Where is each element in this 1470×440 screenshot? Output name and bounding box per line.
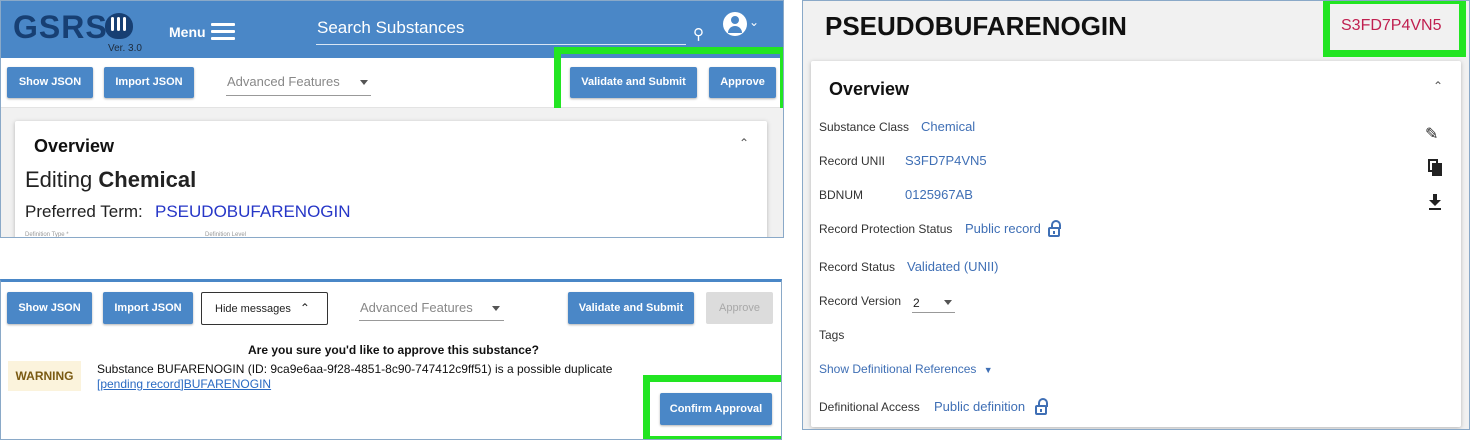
record-status-label: Record Status [819, 260, 896, 274]
caret-down-icon: ▼ [983, 365, 993, 375]
menu-icon[interactable] [211, 23, 235, 41]
show-definitional-references-label: Show Definitional References [819, 362, 977, 376]
version-label: Ver. 3.0 [108, 43, 142, 54]
select-underline [912, 312, 955, 313]
select-underline [359, 320, 504, 321]
preferred-term-value: PSEUDOBUFARENOGIN [155, 202, 351, 221]
search-icon[interactable]: ⚲ [693, 25, 704, 43]
editor-panel: GSRS Ver. 3.0 Menu Search Substances ⚲ ⌄… [0, 0, 784, 238]
tags-label: Tags [819, 328, 845, 342]
editing-heading: Editing Chemical [25, 167, 196, 193]
advanced-features-select[interactable]: Advanced Features [360, 300, 473, 315]
definitional-access-label: Definitional Access [819, 400, 920, 414]
editing-type: Chemical [98, 167, 197, 192]
edit-icon[interactable]: ✎ [1425, 124, 1438, 144]
gsrs-logo[interactable]: GSRS [13, 9, 108, 46]
advanced-features-select[interactable]: Advanced Features [227, 74, 340, 89]
chevron-up-icon[interactable]: ⌃ [739, 136, 749, 150]
chevron-down-icon[interactable]: ⌄ [749, 15, 759, 29]
show-json-button[interactable]: Show JSON [7, 292, 92, 324]
confirm-panel: Show JSON Import JSON Hide messages ⌃ Ad… [0, 279, 782, 440]
confirm-question: Are you sure you'd like to approve this … [248, 343, 539, 357]
gsrs-logo-icon [105, 13, 133, 39]
select-underline [226, 95, 371, 96]
record-unii-value: S3FD7P4VN5 [905, 153, 987, 168]
overview-title: Overview [829, 79, 910, 99]
definition-level-label: Definition Level [205, 232, 247, 238]
account-icon[interactable] [723, 12, 747, 36]
show-json-button[interactable]: Show JSON [7, 67, 93, 98]
overview-title: Overview [34, 136, 115, 156]
editing-word: Editing [25, 167, 93, 192]
dropdown-caret-icon[interactable] [492, 306, 500, 311]
preferred-term-label: Preferred Term: [25, 202, 143, 221]
definitional-access-value: Public definition [934, 399, 1026, 414]
record-version-select[interactable]: 2 [913, 296, 920, 310]
show-definitional-references-toggle[interactable]: Show Definitional References ▼ [819, 362, 993, 376]
highlight-box [1323, 1, 1466, 57]
approve-button-disabled[interactable]: Approve [706, 292, 773, 324]
protection-status-label: Record Protection Status [819, 222, 953, 236]
dropdown-caret-icon[interactable] [944, 300, 952, 305]
chevron-up-icon: ⌃ [299, 301, 310, 315]
definition-type-label: Definition Type * [25, 232, 69, 238]
highlight-box [554, 47, 783, 115]
record-status-value: Validated (UNII) [907, 259, 999, 274]
warning-message: Substance BUFARENOGIN (ID: 9ca9e6aa-9f28… [97, 362, 613, 376]
record-unii-label: Record UNII [819, 154, 886, 168]
substance-class-label: Substance Class [819, 120, 910, 134]
hide-messages-button[interactable]: Hide messages ⌃ [201, 292, 328, 325]
import-json-button[interactable]: Import JSON [104, 67, 194, 98]
bdnum-value: 0125967AB [905, 187, 973, 202]
dropdown-caret-icon[interactable] [360, 80, 368, 85]
substance-class-value: Chemical [921, 119, 976, 134]
import-json-button[interactable]: Import JSON [103, 292, 193, 324]
bdnum-label: BDNUM [819, 188, 863, 202]
protection-status-value: Public record [965, 221, 1041, 236]
search-input[interactable]: Search Substances [317, 18, 464, 38]
warning-badge: WARNING [8, 361, 81, 391]
record-panel: PSEUDOBUFARENOGIN S3FD7P4VN5 Overview ⌃ … [802, 0, 1470, 430]
lock-icon[interactable] [1048, 220, 1061, 237]
menu-label[interactable]: Menu [169, 24, 206, 40]
duplicate-record-link[interactable]: [pending record]BUFARENOGIN [97, 377, 271, 391]
highlight-box [643, 375, 781, 439]
search-underline [316, 44, 686, 45]
hide-messages-label: Hide messages [215, 303, 291, 315]
substance-name: PSEUDOBUFARENOGIN [825, 11, 1127, 41]
validate-submit-button[interactable]: Validate and Submit [568, 292, 694, 324]
chevron-up-icon[interactable]: ⌃ [1433, 79, 1443, 93]
lock-icon[interactable] [1035, 398, 1048, 415]
record-version-label: Record Version [819, 294, 902, 308]
download-icon[interactable] [1429, 194, 1441, 210]
copy-icon[interactable] [1428, 159, 1442, 176]
